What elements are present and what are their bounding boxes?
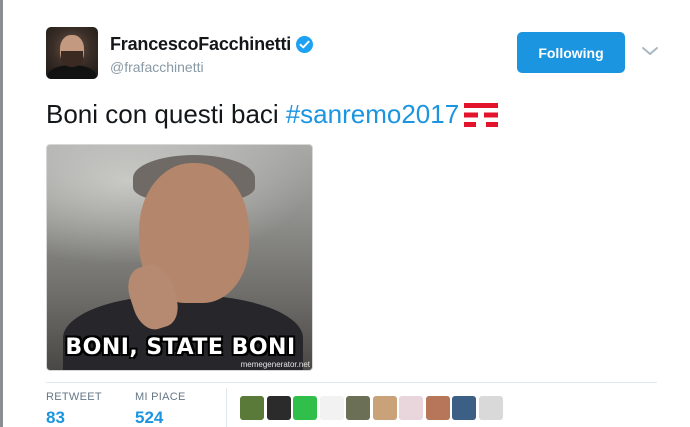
author-name-row[interactable]: FrancescoFacchinetti bbox=[110, 34, 314, 55]
chevron-down-icon[interactable] bbox=[639, 43, 661, 59]
following-button[interactable]: Following bbox=[517, 32, 625, 73]
liker-avatar-3[interactable] bbox=[293, 396, 317, 420]
liker-avatar-4[interactable] bbox=[319, 396, 344, 420]
likes-count: 524 bbox=[135, 408, 164, 427]
liker-avatar-5[interactable] bbox=[346, 396, 370, 420]
author-avatar[interactable] bbox=[46, 27, 98, 79]
liker-avatar-1[interactable] bbox=[240, 396, 264, 420]
left-edge-rule bbox=[0, 0, 3, 427]
author-display-name[interactable]: FrancescoFacchinetti bbox=[110, 34, 291, 55]
meme-caption: BONI, STATE BONI bbox=[65, 335, 296, 360]
liker-avatar-10[interactable] bbox=[478, 396, 503, 420]
stats-divider bbox=[46, 382, 657, 383]
liker-avatar-9[interactable] bbox=[452, 396, 476, 420]
liker-avatar-2[interactable] bbox=[266, 396, 291, 420]
tim-logo-emoji-icon bbox=[462, 100, 500, 130]
tweet-body: Boni con questi baci bbox=[46, 99, 279, 129]
retweets-count: 83 bbox=[46, 408, 65, 427]
retweets-label: RETWEET bbox=[46, 391, 102, 403]
liker-avatar-7[interactable] bbox=[399, 396, 423, 420]
verified-badge-icon bbox=[296, 36, 314, 53]
author-handle[interactable]: @frafacchinetti bbox=[110, 59, 204, 75]
likes-label: MI PIACE bbox=[135, 391, 186, 403]
stats-vertical-divider bbox=[226, 388, 227, 427]
liker-avatar-8[interactable] bbox=[425, 396, 450, 420]
likes-stat[interactable]: MI PIACE 524 bbox=[135, 391, 186, 427]
tweet-text: Boni con questi baci #sanremo2017 bbox=[46, 99, 500, 130]
liker-avatar-6[interactable] bbox=[372, 396, 397, 420]
tweet-media-image[interactable]: BONI, STATE BONI memegenerator.net bbox=[46, 144, 313, 371]
retweets-stat[interactable]: RETWEET 83 bbox=[46, 391, 102, 427]
meme-watermark: memegenerator.net bbox=[240, 360, 310, 369]
hashtag-link[interactable]: #sanremo2017 bbox=[286, 99, 459, 130]
